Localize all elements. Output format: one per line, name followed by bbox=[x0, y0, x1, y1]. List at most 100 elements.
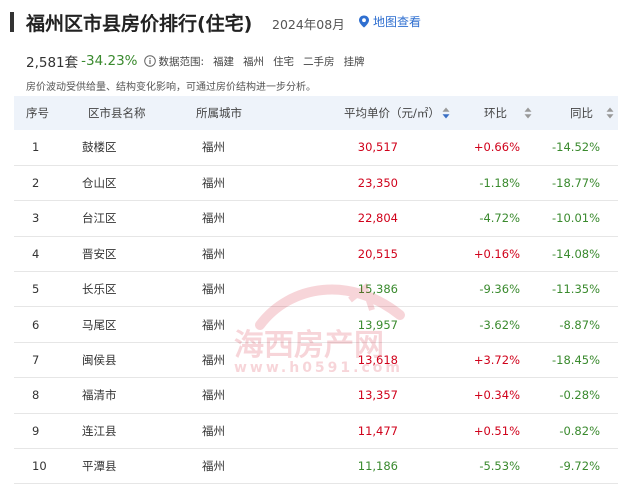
sort-icon[interactable] bbox=[524, 107, 532, 119]
district-name-cell: 鼓楼区 bbox=[82, 140, 117, 155]
city-cell: 福州 bbox=[202, 388, 225, 403]
avg-price-cell: 11,186 bbox=[357, 459, 398, 474]
city-cell: 福州 bbox=[202, 353, 225, 368]
avg-price-cell: 22,804 bbox=[357, 211, 398, 226]
col-header-yoy-label: 同比 bbox=[570, 106, 593, 120]
rank-cell: 10 bbox=[32, 459, 47, 474]
mom-change-cell: +0.51% bbox=[473, 423, 520, 438]
yoy-change-cell: -18.45% bbox=[552, 353, 600, 368]
sort-icon[interactable] bbox=[442, 107, 450, 119]
rank-cell: 8 bbox=[32, 388, 40, 403]
rank-cell: 9 bbox=[32, 423, 40, 438]
city-cell: 福州 bbox=[202, 459, 225, 474]
yoy-change-cell: -14.52% bbox=[552, 140, 600, 155]
yoy-change-cell: -11.35% bbox=[552, 282, 600, 297]
avg-price-cell: 20,515 bbox=[357, 246, 398, 261]
info-icon[interactable] bbox=[143, 55, 156, 67]
scope-tag-listing: 挂牌 bbox=[343, 55, 365, 68]
district-name-cell: 闽侯县 bbox=[82, 353, 117, 368]
table-row[interactable]: 9 连江县 福州 11,477 +0.51% -0.82% bbox=[14, 413, 618, 449]
rank-cell: 7 bbox=[32, 353, 40, 368]
listing-count: 2,581套 bbox=[26, 55, 79, 71]
stats-row: 2,581套 -34.23% 数据范围: 福建 福州 住宅 二手房 挂牌 bbox=[26, 52, 365, 71]
city-cell: 福州 bbox=[202, 140, 225, 155]
map-view-link[interactable]: 地图查看 bbox=[358, 13, 421, 30]
mom-change-cell: +0.16% bbox=[473, 246, 520, 261]
yoy-change-cell: -0.82% bbox=[559, 423, 600, 438]
rank-cell: 1 bbox=[32, 140, 40, 155]
yoy-change-cell: -8.87% bbox=[559, 317, 600, 332]
report-date: 2024年08月 bbox=[272, 17, 345, 32]
district-name-cell: 仓山区 bbox=[82, 176, 117, 191]
table-row[interactable]: 7 闽侯县 福州 13,618 +3.72% -18.45% bbox=[14, 342, 618, 378]
col-header-mom[interactable]: 环比 bbox=[454, 96, 536, 130]
mom-change-cell: +3.72% bbox=[473, 353, 520, 368]
yoy-change-cell: -9.72% bbox=[559, 459, 600, 474]
rank-cell: 3 bbox=[32, 211, 40, 226]
data-scope-label: 数据范围: bbox=[158, 55, 205, 68]
city-cell: 福州 bbox=[202, 317, 225, 332]
mom-change-cell: -1.18% bbox=[479, 176, 520, 191]
district-name-cell: 台江区 bbox=[82, 211, 117, 226]
yoy-change-cell: -18.77% bbox=[552, 176, 600, 191]
scope-tag-market: 二手房 bbox=[303, 55, 335, 68]
scope-tag-city: 福州 bbox=[243, 55, 265, 68]
avg-price-cell: 23,350 bbox=[357, 176, 398, 191]
table-row[interactable]: 5 长乐区 福州 15,386 -9.36% -11.35% bbox=[14, 272, 618, 307]
avg-price-cell: 30,517 bbox=[357, 140, 398, 155]
rank-cell: 5 bbox=[32, 282, 40, 297]
district-name-cell: 长乐区 bbox=[82, 282, 117, 297]
avg-price-cell: 11,477 bbox=[357, 423, 398, 438]
col-header-mom-label: 环比 bbox=[484, 106, 507, 120]
yoy-change-cell: -10.01% bbox=[552, 211, 600, 226]
table-row[interactable]: 8 福清市 福州 13,357 +0.34% -0.28% bbox=[14, 378, 618, 414]
ranking-table-body: 1 鼓楼区 福州 30,517 +0.66% -14.52% 2 仓山区 福州 23,350 -1.… bbox=[14, 130, 618, 484]
table-row[interactable]: 1 鼓楼区 福州 30,517 +0.66% -14.52% bbox=[14, 130, 618, 166]
sort-icon[interactable] bbox=[606, 107, 614, 119]
mom-change-cell: -9.36% bbox=[479, 282, 520, 297]
scope-tag-province: 福建 bbox=[213, 55, 235, 68]
yoy-change-cell: -0.28% bbox=[559, 388, 600, 403]
title-accent-bar bbox=[10, 12, 14, 32]
map-view-label: 地图查看 bbox=[373, 15, 422, 29]
city-cell: 福州 bbox=[202, 246, 225, 261]
avg-price-cell: 13,618 bbox=[357, 353, 398, 368]
table-row[interactable]: 4 晋安区 福州 20,515 +0.16% -14.08% bbox=[14, 236, 618, 272]
price-note: 房价波动受供给量、结构变化影响，可通过房价结构进一步分析。 bbox=[26, 82, 316, 93]
page-title: 福州区市县房价排行(住宅) bbox=[26, 13, 253, 35]
city-cell: 福州 bbox=[202, 282, 225, 297]
mom-change-cell: -3.62% bbox=[479, 317, 520, 332]
rank-cell: 4 bbox=[32, 246, 40, 261]
rank-cell: 6 bbox=[32, 317, 40, 332]
city-cell: 福州 bbox=[202, 211, 225, 226]
table-row[interactable]: 3 台江区 福州 22,804 -4.72% -10.01% bbox=[14, 201, 618, 237]
yoy-change-cell: -14.08% bbox=[552, 246, 600, 261]
mom-change-cell: +0.66% bbox=[473, 140, 520, 155]
ranking-table: 序号 区市县名称 所属城市 平均单价（元/㎡） 环比 同比 1 鼓楼区 福州 3… bbox=[14, 96, 618, 484]
district-name-cell: 连江县 bbox=[82, 423, 117, 438]
avg-price-cell: 13,957 bbox=[357, 317, 398, 332]
col-header-price[interactable]: 平均单价（元/㎡） bbox=[290, 96, 454, 130]
col-header-name: 区市县名称 bbox=[88, 106, 146, 120]
col-header-yoy[interactable]: 同比 bbox=[536, 96, 618, 130]
city-cell: 福州 bbox=[202, 176, 225, 191]
col-header-price-label: 平均单价（元/㎡） bbox=[344, 106, 440, 120]
city-cell: 福州 bbox=[202, 423, 225, 438]
mom-change-cell: +0.34% bbox=[473, 388, 520, 403]
mom-change-cell: -4.72% bbox=[479, 211, 520, 226]
district-name-cell: 马尾区 bbox=[82, 317, 117, 332]
avg-price-cell: 13,357 bbox=[357, 388, 398, 403]
table-row[interactable]: 10 平潭县 福州 11,186 -5.53% -9.72% bbox=[14, 449, 618, 484]
district-name-cell: 平潭县 bbox=[82, 459, 117, 474]
listing-change: -34.23% bbox=[81, 53, 138, 69]
table-row[interactable]: 6 马尾区 福州 13,957 -3.62% -8.87% bbox=[14, 307, 618, 343]
rank-cell: 2 bbox=[32, 176, 40, 191]
location-pin-icon bbox=[359, 15, 369, 28]
district-name-cell: 晋安区 bbox=[82, 246, 117, 261]
scope-tag-type: 住宅 bbox=[273, 55, 295, 68]
col-header-city: 所属城市 bbox=[196, 106, 242, 120]
col-header-rank: 序号 bbox=[26, 106, 49, 120]
avg-price-cell: 15,386 bbox=[357, 282, 398, 297]
table-row[interactable]: 2 仓山区 福州 23,350 -1.18% -18.77% bbox=[14, 165, 618, 201]
table-header-row: 序号 区市县名称 所属城市 平均单价（元/㎡） 环比 同比 bbox=[14, 96, 618, 130]
